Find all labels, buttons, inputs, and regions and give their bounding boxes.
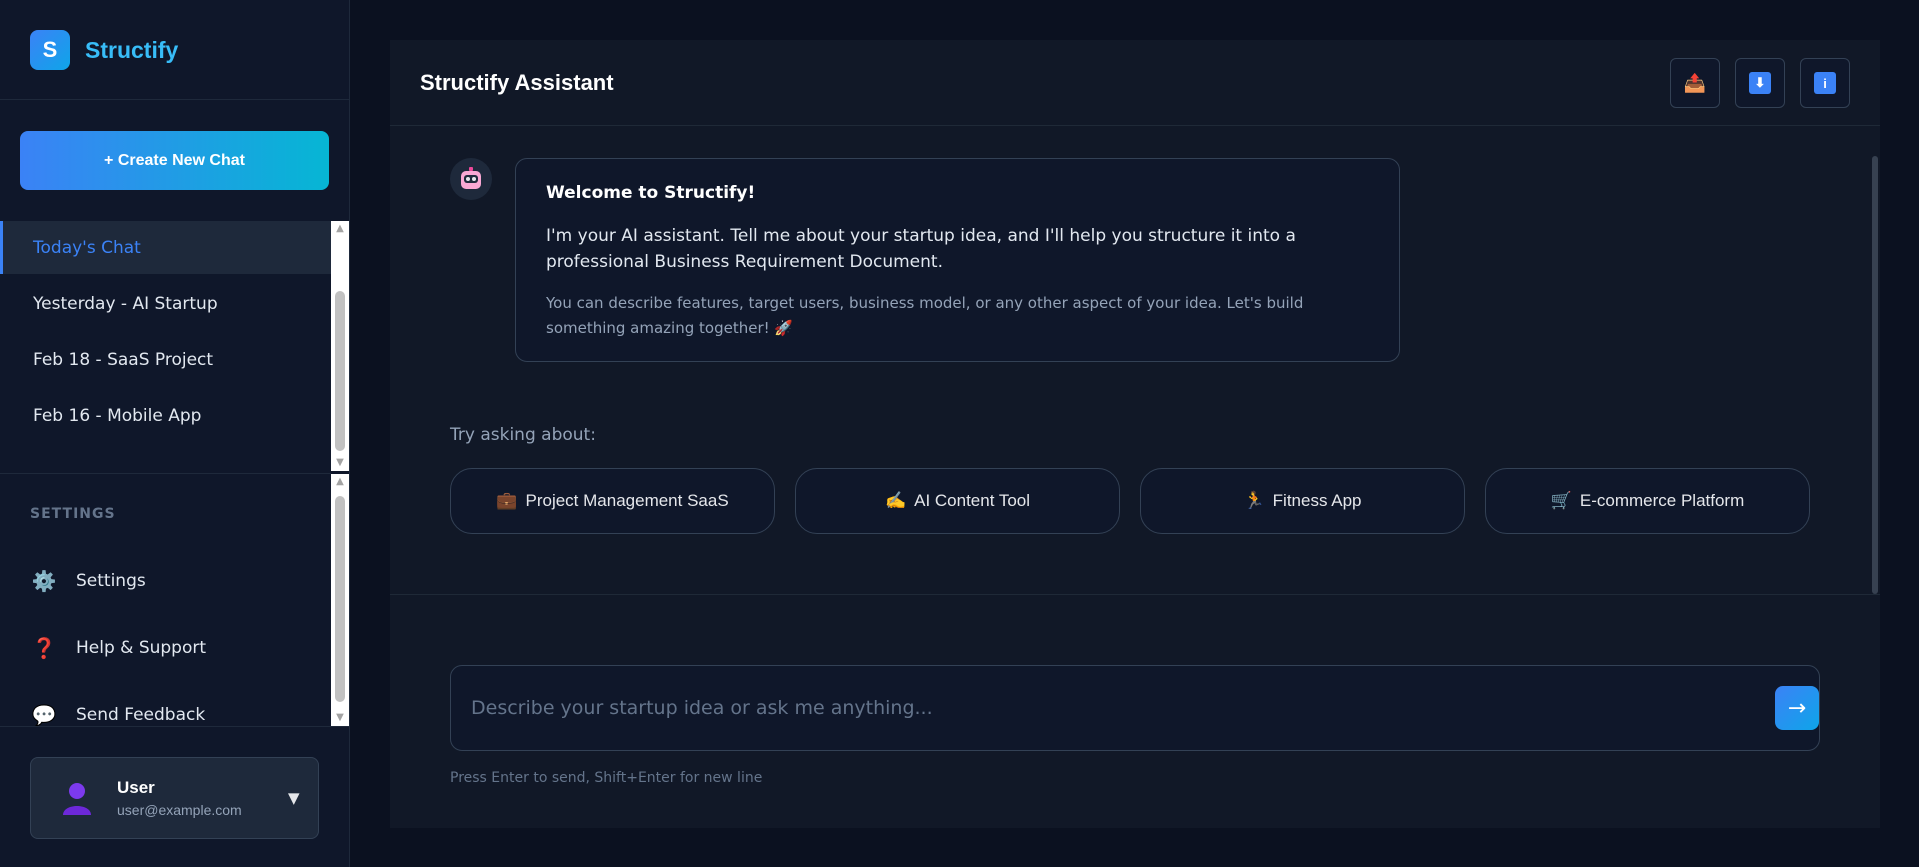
help-support-link[interactable]: ❓ Help & Support: [30, 633, 206, 663]
chat-header: Structify Assistant 📤 ⬇ i: [390, 40, 1880, 126]
writing-hand-icon: ✍️: [884, 491, 907, 510]
avatar: [59, 780, 95, 816]
user-info: User user@example.com: [117, 778, 288, 818]
sidebar: S Structify + Create New Chat Today's Ch…: [0, 0, 350, 867]
divider: [390, 594, 1880, 595]
download-icon: ⬇: [1749, 72, 1771, 94]
chat-item-feb-16-mobile-app[interactable]: Feb 16 - Mobile App: [0, 389, 331, 442]
question-icon: ❓: [31, 636, 57, 660]
scrollbar-thumb[interactable]: [335, 496, 345, 702]
suggestion-label: E-commerce Platform: [1579, 491, 1745, 510]
brand[interactable]: S Structify: [30, 30, 178, 70]
settings-scrollbar[interactable]: ▲ ▼: [331, 474, 349, 726]
suggestion-ai-content-tool[interactable]: ✍️ AI Content Tool: [795, 468, 1120, 534]
user-silhouette-icon: [63, 783, 91, 815]
user-menu[interactable]: User user@example.com ▼: [30, 757, 319, 839]
messages-scrollbar[interactable]: [1872, 156, 1878, 594]
brand-logo: S: [30, 30, 70, 70]
user-email: user@example.com: [117, 802, 242, 818]
scroll-down-arrow-icon[interactable]: ▼: [331, 710, 349, 726]
chat-item-today[interactable]: Today's Chat: [0, 221, 331, 274]
chat-item-yesterday-ai-startup[interactable]: Yesterday - AI Startup: [0, 277, 331, 330]
divider: [0, 473, 331, 474]
message-composer: →: [450, 665, 1820, 751]
arrow-right-icon: →: [1787, 695, 1807, 721]
download-button[interactable]: ⬇: [1735, 58, 1785, 108]
message-input[interactable]: [471, 688, 1721, 728]
speech-bubble-icon: 💬: [31, 703, 57, 727]
info-button[interactable]: i: [1800, 58, 1850, 108]
chat-history-list: Today's Chat Yesterday - AI Startup Feb …: [0, 221, 331, 471]
page-title: Structify Assistant: [420, 70, 614, 95]
settings-section-title: SETTINGS: [30, 506, 116, 522]
welcome-note: You can describe features, target users,…: [546, 294, 1304, 337]
send-button[interactable]: →: [1775, 686, 1819, 730]
share-button[interactable]: 📤: [1670, 58, 1720, 108]
divider: [0, 99, 349, 100]
runner-icon: 🏃: [1243, 491, 1265, 510]
share-icon: 📤: [1683, 72, 1707, 94]
brand-name: Structify: [85, 36, 179, 63]
input-hint: Press Enter to send, Shift+Enter for new…: [450, 770, 763, 786]
welcome-message: Welcome to Structify! I'm your AI assist…: [515, 158, 1400, 362]
suggestion-label: Fitness App: [1272, 491, 1362, 510]
chevron-down-icon[interactable]: ▼: [288, 789, 318, 807]
briefcase-icon: 💼: [496, 491, 518, 510]
chat-list-scrollbar[interactable]: ▲ ▼: [331, 221, 349, 471]
settings-link[interactable]: ⚙️ Settings: [30, 566, 146, 596]
suggestion-fitness-app[interactable]: 🏃 Fitness App: [1140, 468, 1465, 534]
info-icon: i: [1814, 72, 1836, 94]
send-feedback-label: Send Feedback: [76, 705, 206, 725]
suggestions-label: Try asking about:: [450, 425, 596, 445]
welcome-body: I'm your AI assistant. Tell me about you…: [546, 226, 1296, 272]
scroll-down-arrow-icon[interactable]: ▼: [331, 455, 349, 471]
chat-item-feb-18-saas-project[interactable]: Feb 18 - SaaS Project: [0, 333, 331, 386]
scroll-up-arrow-icon[interactable]: ▲: [331, 221, 349, 237]
scroll-up-arrow-icon[interactable]: ▲: [331, 474, 349, 490]
shopping-cart-icon: 🛒: [1550, 491, 1572, 510]
suggestion-label: AI Content Tool: [914, 491, 1031, 510]
chat-panel: Structify Assistant 📤 ⬇ i Welcome to Str…: [390, 40, 1880, 828]
suggestion-project-management-saas[interactable]: 💼 Project Management SaaS: [450, 468, 775, 534]
help-support-label: Help & Support: [76, 638, 207, 658]
assistant-avatar: [450, 158, 492, 200]
welcome-title: Welcome to Structify!: [546, 183, 756, 203]
divider: [0, 726, 349, 727]
settings-link-label: Settings: [76, 571, 146, 591]
robot-icon: [461, 167, 481, 189]
user-name: User: [117, 778, 155, 797]
suggestion-label: Project Management SaaS: [525, 491, 729, 510]
create-new-chat-button[interactable]: + Create New Chat: [20, 131, 329, 190]
scrollbar-thumb[interactable]: [335, 291, 345, 451]
suggestion-e-commerce-platform[interactable]: 🛒 E-commerce Platform: [1485, 468, 1810, 534]
gear-icon: ⚙️: [31, 569, 57, 593]
